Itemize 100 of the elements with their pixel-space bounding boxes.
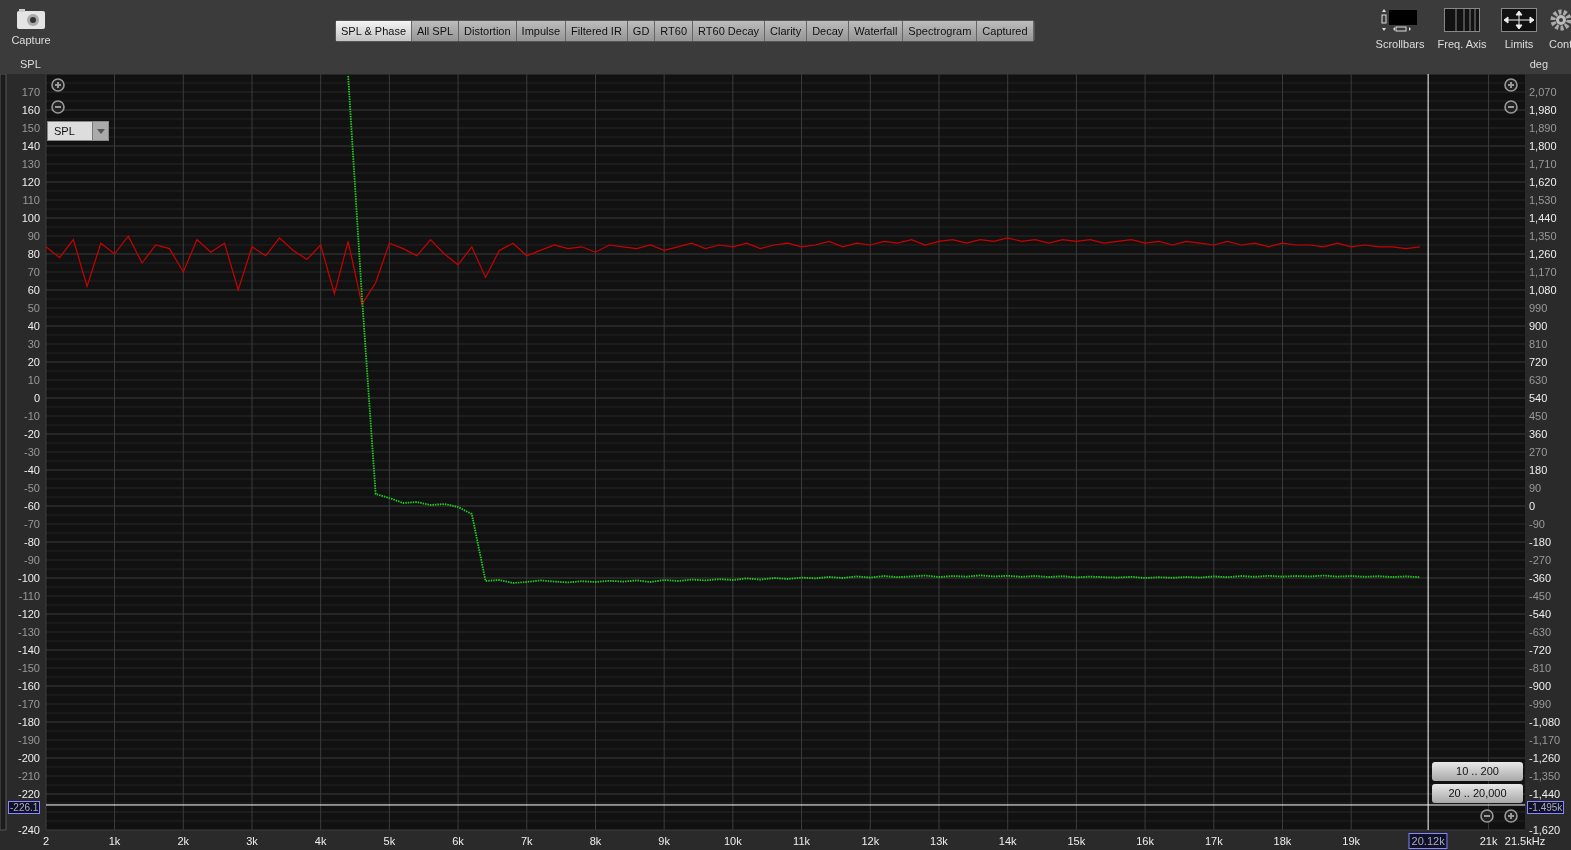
y-tick-label: 80 (27, 248, 40, 260)
zoom-out-icon[interactable] (1504, 100, 1518, 114)
scrollbar[interactable] (0, 74, 7, 831)
y-tick-label: -990 (1529, 698, 1552, 710)
y-tick-label: 0 (1529, 500, 1536, 512)
x-tick-label: 5k (383, 835, 396, 847)
x-tick-label: 10k (724, 835, 742, 847)
x-tick-label: 6k (452, 835, 464, 847)
toolbar-button[interactable]: Limits (1493, 8, 1545, 53)
tab[interactable]: Filtered IR (566, 21, 628, 41)
tab[interactable]: Captured (977, 21, 1034, 41)
cursor-readout: 20.12k (1408, 833, 1448, 849)
y-tick-label: 10 (27, 374, 40, 386)
y-tick-label: -220 (17, 788, 40, 800)
capture-button[interactable]: Capture (8, 8, 54, 49)
x-tick-label: 14k (998, 835, 1017, 847)
y-tick-label: 720 (1529, 356, 1548, 368)
y-tick-label: 70 (27, 266, 40, 278)
y-tick-label: -10 (24, 410, 40, 422)
zoom-in-icon[interactable] (1504, 78, 1518, 92)
y-tick-label: -110 (18, 590, 40, 602)
y-tick-label: -1,350 (1529, 770, 1561, 782)
tab[interactable]: GD (627, 21, 656, 41)
y-tick-label: -810 (1529, 662, 1552, 674)
y-tick-label: 50 (27, 302, 40, 314)
y-tick-label: -140 (17, 644, 40, 656)
y-tick-label: 90 (27, 230, 40, 242)
y-tick-label: 1,710 (1529, 158, 1557, 170)
y-tick-label: -270 (1529, 554, 1552, 566)
tab[interactable]: Impulse (516, 21, 567, 41)
toolbar-button[interactable]: Scrollbars (1369, 8, 1431, 53)
y-tick-label: -630 (1529, 626, 1552, 638)
caret-icon (96, 128, 105, 134)
tab[interactable]: RT60 Decay (693, 21, 765, 41)
y-tick-label: -180 (1529, 536, 1552, 548)
y-tick-label: 810 (1529, 338, 1548, 350)
tab[interactable]: Distortion (459, 21, 517, 41)
tab[interactable]: Spectrogram (903, 21, 978, 41)
y-tick-label: -90 (1529, 518, 1545, 530)
y-tick-label: -360 (1529, 572, 1552, 584)
tab[interactable]: Decay (807, 21, 850, 41)
x-tick-label: 13k (930, 835, 948, 847)
y-tick-label: -170 (17, 698, 40, 710)
axis-title: SPL (20, 57, 41, 72)
y-tick-label: 1,530 (1529, 194, 1557, 206)
y-tick-label: -900 (1529, 680, 1552, 692)
y-tick-label: 30 (27, 338, 40, 350)
axis-title: deg (1529, 57, 1548, 72)
y-tick-label: 990 (1529, 302, 1548, 314)
cursor-line[interactable] (1427, 74, 1429, 831)
y-tick-label: -1,080 (1529, 716, 1561, 728)
x-tick-label: 16k (1136, 835, 1154, 847)
y-tick-label: -210 (17, 770, 40, 782)
y-tick-label: -130 (17, 626, 40, 638)
zoom-in-icon[interactable] (1504, 809, 1518, 823)
x-tick-label: 3k (246, 835, 258, 847)
y-axis-title: SPL (53, 124, 76, 139)
y-tick-label: 170 (21, 86, 40, 98)
y-tick-label: -50 (24, 482, 40, 494)
x-tick-label: 11k (793, 835, 811, 847)
y-tick-label: 110 (22, 194, 40, 206)
y-tick-label: -1,440 (1529, 788, 1561, 800)
zoom-out-icon[interactable] (51, 100, 65, 114)
tab[interactable]: Waterfall (849, 21, 904, 41)
toolbar-button[interactable]: Freq. Axis (1431, 8, 1493, 53)
x-tick-label: 18k (1273, 835, 1292, 847)
y-tick-label: 450 (1529, 410, 1548, 422)
y-tick-label: 270 (1529, 446, 1548, 458)
x-tick-label: 12k (861, 835, 880, 847)
y-tick-label: 120 (21, 176, 40, 188)
y-tick-label: -190 (17, 734, 40, 746)
y-tick-label: -1,620 (1529, 824, 1561, 836)
y-tick-label: 100 (21, 212, 40, 224)
zoom-out-icon[interactable] (1480, 809, 1494, 823)
y-tick-label: 630 (1529, 374, 1548, 386)
trace-dropdown[interactable]: SPL (47, 121, 109, 141)
range-button[interactable]: 20 .. 20,000 (1432, 784, 1523, 803)
y-tick-label: -450 (1529, 590, 1552, 602)
zoom-in-icon[interactable] (51, 78, 65, 92)
y-tick-label: 150 (21, 122, 40, 134)
tab[interactable]: All SPL (412, 21, 460, 41)
cursor-readout: -1.495k (1527, 801, 1565, 814)
y-tick-label: -90 (24, 554, 40, 566)
y-tick-label: -1,260 (1529, 752, 1561, 764)
arrows-icon (1501, 8, 1537, 32)
vertical-bars-icon (1444, 8, 1480, 32)
y-tick-label: 160 (21, 104, 40, 116)
x-tick-label: 8k (589, 835, 602, 847)
tab[interactable]: Clarity (765, 21, 808, 41)
tab[interactable]: SPL & Phase (336, 21, 413, 41)
y-tick-label: -30 (24, 446, 40, 458)
y-tick-label: -120 (17, 608, 40, 620)
y-tick-label: -200 (17, 752, 40, 764)
y-tick-label: 1,620 (1529, 176, 1557, 188)
range-button[interactable]: 10 .. 200 (1432, 762, 1523, 781)
y-tick-label: -720 (1529, 644, 1552, 656)
y-tick-label: 0 (33, 392, 40, 404)
y-tick-label: -40 (24, 464, 40, 476)
tab[interactable]: RT60 (655, 21, 694, 41)
x-tick-label: 21k (1479, 835, 1498, 847)
